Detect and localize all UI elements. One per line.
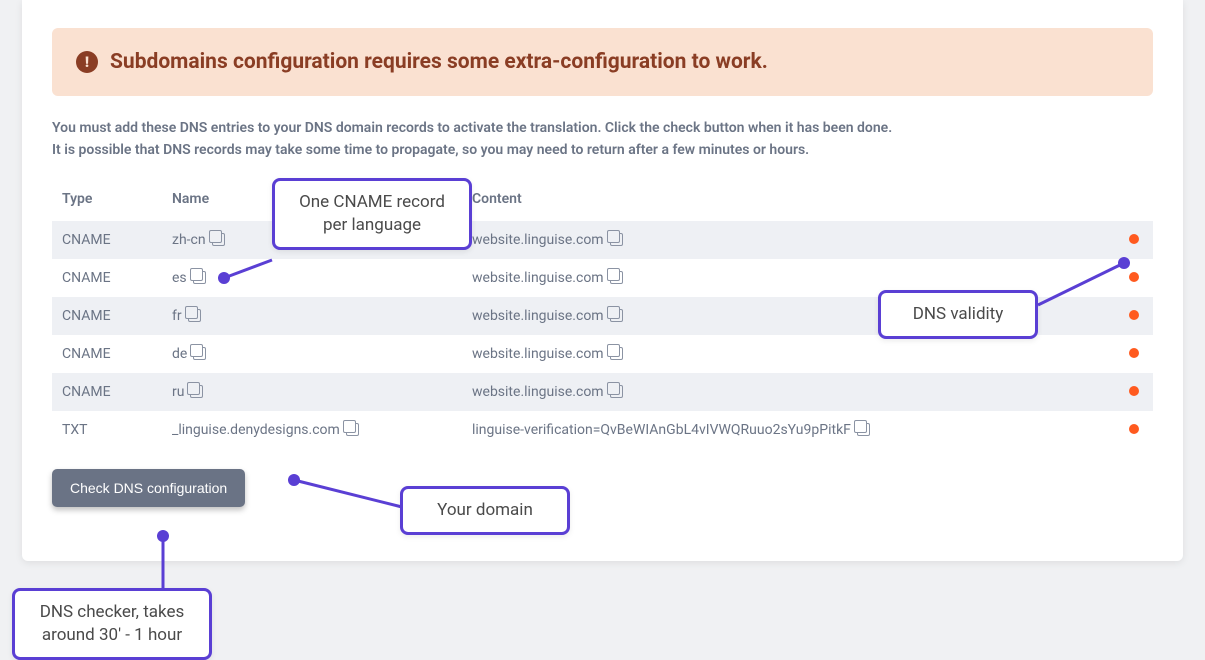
copy-icon[interactable] bbox=[610, 233, 623, 246]
cell-content: linguise-verification=QvBeWIAnGbL4vIVWQR… bbox=[462, 411, 1113, 449]
cell-name: _linguise.denydesigns.com bbox=[162, 411, 462, 449]
cell-content-text: website.linguise.com bbox=[472, 346, 604, 362]
description: You must add these DNS entries to your D… bbox=[52, 118, 1153, 161]
copy-icon[interactable] bbox=[188, 309, 201, 322]
cell-status bbox=[1113, 259, 1153, 297]
cell-name-text: de bbox=[172, 346, 187, 362]
cell-status bbox=[1113, 335, 1153, 373]
header-type: Type bbox=[52, 179, 162, 221]
description-line-2: It is possible that DNS records may take… bbox=[52, 142, 809, 158]
cell-type: CNAME bbox=[52, 373, 162, 411]
cell-content-text: website.linguise.com bbox=[472, 384, 604, 400]
table-row: TXT _linguise.denydesigns.com linguise-ver… bbox=[52, 411, 1153, 449]
copy-icon[interactable] bbox=[857, 423, 870, 436]
table-row: CNAME zh-cn website.linguise.com bbox=[52, 221, 1153, 259]
dns-config-card: ! Subdomains configuration requires some… bbox=[22, 0, 1183, 561]
copy-icon[interactable] bbox=[193, 347, 206, 360]
cell-type: CNAME bbox=[52, 297, 162, 335]
cell-content-text: website.linguise.com bbox=[472, 232, 604, 248]
cell-content-text: website.linguise.com bbox=[472, 270, 604, 286]
cell-name-text: ru bbox=[172, 384, 184, 400]
cell-type: CNAME bbox=[52, 221, 162, 259]
copy-icon[interactable] bbox=[610, 271, 623, 284]
cell-content: website.linguise.com bbox=[462, 335, 1113, 373]
cell-content-text: website.linguise.com bbox=[472, 308, 604, 324]
cell-name: de bbox=[162, 335, 462, 373]
copy-icon[interactable] bbox=[610, 309, 623, 322]
copy-icon[interactable] bbox=[610, 385, 623, 398]
copy-icon[interactable] bbox=[212, 233, 225, 246]
cell-content: website.linguise.com bbox=[462, 373, 1113, 411]
status-dot-icon bbox=[1129, 310, 1139, 320]
cell-name-text: es bbox=[172, 270, 187, 286]
status-dot-icon bbox=[1129, 234, 1139, 244]
alert-text: Subdomains configuration requires some e… bbox=[110, 50, 768, 74]
cell-name-text: zh-cn bbox=[172, 232, 206, 248]
copy-icon[interactable] bbox=[193, 271, 206, 284]
check-dns-button[interactable]: Check DNS configuration bbox=[52, 469, 245, 507]
cell-status bbox=[1113, 297, 1153, 335]
exclamation-icon: ! bbox=[76, 51, 98, 73]
callout-checker: DNS checker, takes around 30' - 1 hour bbox=[12, 588, 212, 660]
status-dot-icon bbox=[1129, 348, 1139, 358]
description-line-1: You must add these DNS entries to your D… bbox=[52, 120, 892, 136]
callout-validity: DNS validity bbox=[878, 290, 1038, 339]
cell-type: CNAME bbox=[52, 259, 162, 297]
cell-content: website.linguise.com bbox=[462, 221, 1113, 259]
cell-name-text: _linguise.denydesigns.com bbox=[172, 422, 340, 438]
cell-name: fr bbox=[162, 297, 462, 335]
callout-cname: One CNAME record per language bbox=[272, 178, 472, 250]
cell-name-text: fr bbox=[172, 308, 182, 324]
alert-banner: ! Subdomains configuration requires some… bbox=[52, 28, 1153, 96]
cell-status bbox=[1113, 411, 1153, 449]
cell-name: es bbox=[162, 259, 462, 297]
header-content: Content bbox=[462, 179, 1113, 221]
status-dot-icon bbox=[1129, 272, 1139, 282]
callout-domain: Your domain bbox=[400, 486, 570, 535]
cell-status bbox=[1113, 221, 1153, 259]
copy-icon[interactable] bbox=[346, 423, 359, 436]
cell-type: TXT bbox=[52, 411, 162, 449]
copy-icon[interactable] bbox=[190, 385, 203, 398]
cell-type: CNAME bbox=[52, 335, 162, 373]
copy-icon[interactable] bbox=[610, 347, 623, 360]
status-dot-icon bbox=[1129, 424, 1139, 434]
status-dot-icon bbox=[1129, 386, 1139, 396]
table-row: CNAME de website.linguise.com bbox=[52, 335, 1153, 373]
cell-name: ru bbox=[162, 373, 462, 411]
table-row: CNAME ru website.linguise.com bbox=[52, 373, 1153, 411]
cell-status bbox=[1113, 373, 1153, 411]
cell-content-text: linguise-verification=QvBeWIAnGbL4vIVWQR… bbox=[472, 422, 851, 438]
